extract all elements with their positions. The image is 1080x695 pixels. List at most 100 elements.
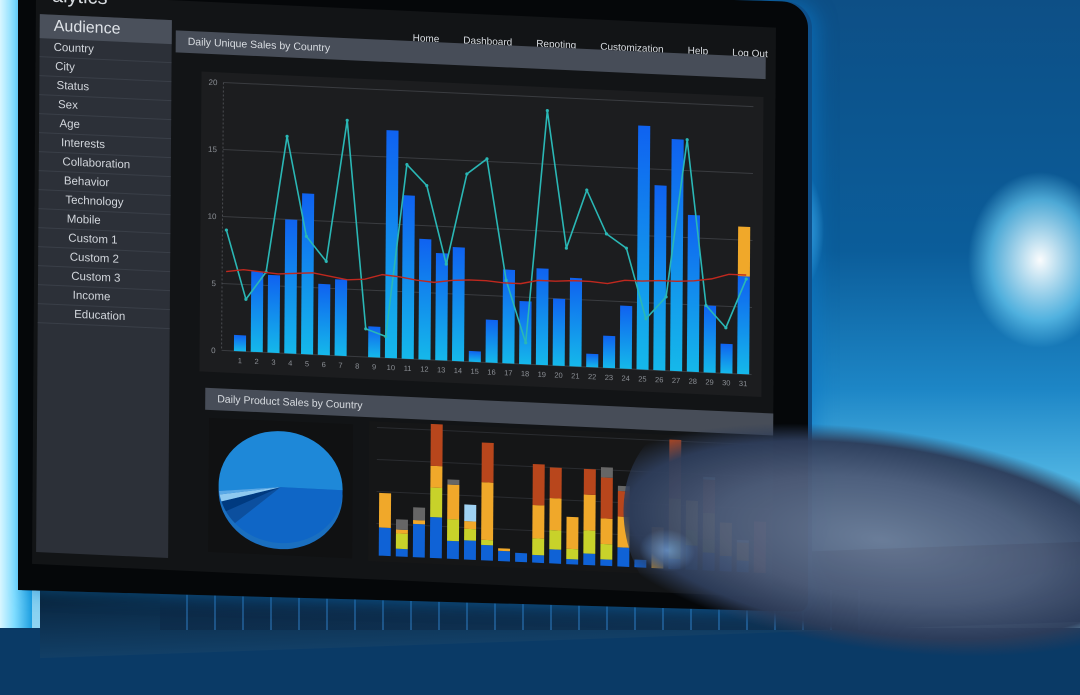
line-point bbox=[324, 259, 328, 263]
x-tick-label: 19 bbox=[538, 370, 546, 379]
stack-segment bbox=[481, 539, 494, 546]
x-tick-label: 24 bbox=[621, 374, 629, 383]
stack-segment bbox=[617, 547, 630, 567]
bar bbox=[284, 219, 298, 354]
stack-segment bbox=[481, 442, 494, 483]
stack-segment bbox=[395, 529, 408, 534]
x-tick-label: 5 bbox=[305, 359, 309, 368]
stack-segment bbox=[600, 518, 613, 545]
y-tick-label: 15 bbox=[208, 145, 218, 154]
x-tick-label: 14 bbox=[454, 366, 462, 375]
bar bbox=[569, 277, 583, 367]
stack-segment bbox=[447, 479, 460, 485]
stack-segment bbox=[413, 507, 426, 521]
stack-segment bbox=[549, 467, 562, 499]
stack-segment bbox=[395, 533, 408, 550]
stack-segment bbox=[395, 519, 408, 531]
stack-segment bbox=[532, 538, 545, 556]
y-tick-label: 20 bbox=[208, 78, 218, 87]
bar bbox=[619, 305, 633, 370]
bar bbox=[653, 185, 667, 371]
x-tick-label: 12 bbox=[420, 364, 428, 373]
x-tick-label: 10 bbox=[387, 363, 395, 372]
x-tick-label: 8 bbox=[355, 362, 359, 371]
bar bbox=[267, 274, 281, 354]
y-tick-label: 5 bbox=[212, 279, 217, 288]
bar bbox=[418, 238, 432, 360]
stack-segment bbox=[566, 558, 579, 565]
y-tick-label: 0 bbox=[211, 346, 216, 355]
line-point bbox=[364, 327, 368, 331]
bar bbox=[535, 268, 549, 366]
stack-segment bbox=[430, 487, 443, 518]
x-tick-label: 3 bbox=[271, 358, 275, 367]
stack-segment bbox=[549, 549, 562, 564]
x-tick-label: 9 bbox=[372, 362, 376, 371]
x-tick-label: 1 bbox=[238, 356, 242, 365]
unique-sales-chart: 0 5 10 15 20 1 2 3 4 5 6 7 8 9 10 11 12 13 14 15 16 17 18 19 20 2… bbox=[199, 71, 764, 397]
stack-segment bbox=[447, 484, 460, 520]
stack-segment bbox=[583, 530, 596, 554]
stack-segment bbox=[480, 544, 494, 561]
x-tick-label: 26 bbox=[655, 375, 663, 384]
stack-segment bbox=[583, 553, 596, 566]
stack-segment bbox=[481, 482, 494, 541]
stack-segment bbox=[549, 498, 562, 531]
unique-sales-panel: Daily Unique Sales by Country 0 5 10 15 20 1 2… bbox=[173, 30, 766, 404]
bar bbox=[468, 350, 481, 363]
stack-segment bbox=[600, 543, 613, 560]
stack-segment bbox=[413, 520, 426, 525]
stack-segment bbox=[378, 492, 392, 528]
x-tick-label: 27 bbox=[672, 376, 680, 385]
gridline bbox=[223, 82, 754, 108]
stack-segment bbox=[532, 504, 545, 539]
stack-segment bbox=[600, 477, 613, 519]
stack-segment bbox=[498, 548, 511, 552]
x-tick-label: 29 bbox=[705, 377, 713, 386]
stack-segment bbox=[378, 527, 391, 557]
line-point bbox=[345, 118, 349, 122]
bar bbox=[586, 353, 599, 368]
bar-overlay bbox=[737, 226, 751, 277]
pie-slice bbox=[218, 431, 343, 492]
line-point bbox=[425, 183, 429, 188]
line-point bbox=[604, 232, 609, 236]
stack-segment bbox=[395, 548, 408, 557]
stack-segment bbox=[583, 494, 596, 531]
x-tick-label: 30 bbox=[722, 378, 730, 387]
stack-segment bbox=[600, 559, 613, 567]
line-point bbox=[405, 162, 409, 167]
bar bbox=[451, 247, 465, 362]
x-tick-label: 17 bbox=[504, 368, 512, 377]
stack-segment bbox=[447, 518, 460, 542]
stack-segment bbox=[464, 504, 477, 522]
x-tick-label: 16 bbox=[487, 368, 495, 377]
x-tick-label: 13 bbox=[437, 365, 445, 374]
stack-segment bbox=[532, 464, 545, 506]
stack-segment bbox=[429, 516, 443, 559]
stack-segment bbox=[498, 550, 511, 562]
x-tick-label: 15 bbox=[471, 367, 479, 376]
x-tick-label: 2 bbox=[255, 357, 259, 366]
stack-segment bbox=[464, 521, 477, 530]
line-point bbox=[545, 109, 549, 113]
line-point bbox=[685, 138, 689, 142]
stack-segment bbox=[430, 465, 443, 489]
bar bbox=[317, 283, 331, 356]
sidebar-list: Country City Status Sex Age Interests Collabor… bbox=[37, 38, 172, 330]
stack-segment bbox=[515, 552, 528, 563]
sidebar: Audience Country City Status Sex Age Interest… bbox=[36, 14, 172, 559]
stack-segment bbox=[446, 540, 459, 560]
pie-chart-box bbox=[208, 417, 354, 559]
bar bbox=[334, 279, 348, 357]
x-tick-label: 20 bbox=[554, 371, 562, 380]
stack-segment bbox=[566, 548, 579, 560]
line-point bbox=[285, 134, 289, 138]
x-tick-label: 23 bbox=[605, 373, 613, 382]
stack-segment bbox=[549, 530, 562, 550]
stack-segment bbox=[412, 523, 425, 558]
x-tick-label: 21 bbox=[571, 371, 579, 380]
stack-segment bbox=[583, 468, 596, 496]
x-tick-label: 6 bbox=[322, 360, 326, 369]
unique-sales-svg: 051015201 2 3 4 5 6 7 8 9 10 11 12 13 14 15 16 17 18 19 20 2… bbox=[208, 78, 754, 388]
